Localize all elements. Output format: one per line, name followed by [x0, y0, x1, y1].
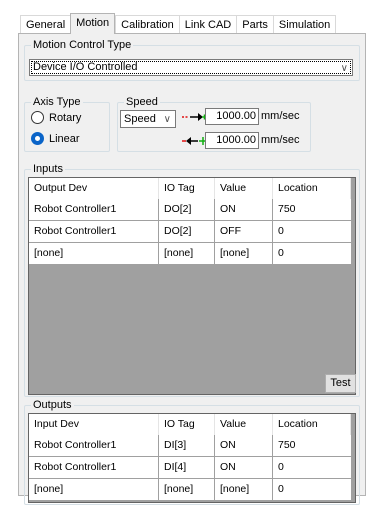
forward-speed-unit: mm/sec: [261, 110, 300, 122]
table-cell[interactable]: DO[2]: [159, 221, 215, 243]
forward-arrow-icon: [182, 113, 207, 121]
forward-speed-input[interactable]: 1000.00: [205, 108, 259, 125]
table-cell[interactable]: OFF: [215, 221, 273, 243]
test-button[interactable]: Test: [325, 374, 356, 393]
table-cell[interactable]: [none]: [215, 243, 273, 265]
axis-type-linear-label: Linear: [49, 132, 80, 145]
radio-checked-icon: [31, 132, 44, 145]
outputs-group-label: Outputs: [31, 398, 74, 412]
inputs-group-label: Inputs: [31, 162, 65, 176]
table-cell[interactable]: Robot Controller1: [29, 457, 159, 479]
table-cell[interactable]: 0: [273, 479, 351, 501]
tab-strip: General Motion Calibration Link CAD Part…: [20, 13, 337, 34]
table-row[interactable]: Robot Controller1 DI[4] ON 0: [29, 457, 351, 479]
table-header-row: Input Dev IO Tag Value Location: [29, 414, 351, 436]
column-header[interactable]: Input Dev: [29, 414, 159, 436]
chevron-down-icon: ∨: [340, 63, 348, 74]
table-row[interactable]: Robot Controller1 DO[2] OFF 0: [29, 221, 351, 243]
reverse-arrow-icon: [182, 137, 207, 145]
motion-control-type-label: Motion Control Type: [31, 38, 134, 52]
chevron-down-icon: ∨: [163, 114, 171, 125]
table-cell[interactable]: Robot Controller1: [29, 435, 159, 457]
column-header[interactable]: Value: [215, 178, 273, 200]
reverse-speed-input[interactable]: 1000.00: [205, 132, 259, 149]
axis-type-rotary-label: Rotary: [49, 111, 82, 124]
motion-control-type-select[interactable]: Device I/O Controlled ∨: [29, 59, 353, 76]
axis-type-rotary-radio[interactable]: Rotary: [31, 111, 81, 124]
tab-parts[interactable]: Parts: [236, 15, 273, 34]
table-cell[interactable]: 0: [273, 457, 351, 479]
column-header[interactable]: Location: [273, 414, 351, 436]
speed-group-label: Speed: [124, 95, 160, 109]
table-cell[interactable]: [none]: [159, 479, 215, 501]
table-header-row: Output Dev IO Tag Value Location: [29, 178, 351, 200]
inputs-table: Output Dev IO Tag Value Location Robot C…: [28, 177, 356, 395]
tab-calibration[interactable]: Calibration: [115, 15, 179, 34]
table-cell[interactable]: 750: [273, 199, 351, 221]
table-cell[interactable]: DO[2]: [159, 199, 215, 221]
table-row[interactable]: Robot Controller1 DI[3] ON 750: [29, 435, 351, 457]
table-cell[interactable]: [none]: [215, 479, 273, 501]
table-cell[interactable]: [none]: [29, 479, 159, 501]
reverse-speed-unit: mm/sec: [261, 134, 300, 146]
column-header[interactable]: IO Tag: [159, 414, 215, 436]
axis-type-label: Axis Type: [31, 95, 83, 109]
speed-mode-value: Speed: [124, 113, 156, 125]
table-row[interactable]: [none] [none] [none] 0: [29, 243, 351, 265]
table-cell[interactable]: Robot Controller1: [29, 199, 159, 221]
column-header[interactable]: IO Tag: [159, 178, 215, 200]
column-header[interactable]: Location: [273, 178, 351, 200]
table-cell[interactable]: DI[3]: [159, 435, 215, 457]
table-cell[interactable]: 0: [273, 221, 351, 243]
table-cell[interactable]: ON: [215, 457, 273, 479]
outputs-table: Input Dev IO Tag Value Location Robot Co…: [28, 413, 356, 503]
tab-simulation[interactable]: Simulation: [272, 15, 337, 34]
table-cell[interactable]: ON: [215, 435, 273, 457]
speed-mode-select[interactable]: Speed ∨: [120, 110, 176, 128]
table-cell[interactable]: Robot Controller1: [29, 221, 159, 243]
table-row[interactable]: Robot Controller1 DO[2] ON 750: [29, 199, 351, 221]
radio-unchecked-icon: [31, 111, 44, 124]
tab-link-cad[interactable]: Link CAD: [178, 15, 237, 34]
table-cell[interactable]: DI[4]: [159, 457, 215, 479]
table-row[interactable]: [none] [none] [none] 0: [29, 479, 351, 501]
tab-general[interactable]: General: [20, 15, 71, 34]
table-cell[interactable]: 750: [273, 435, 351, 457]
axis-type-linear-radio[interactable]: Linear: [31, 132, 80, 145]
table-cell[interactable]: 0: [273, 243, 351, 265]
table-cell[interactable]: [none]: [29, 243, 159, 265]
table-cell[interactable]: ON: [215, 199, 273, 221]
column-header[interactable]: Output Dev: [29, 178, 159, 200]
column-header[interactable]: Value: [215, 414, 273, 436]
tab-motion[interactable]: Motion: [70, 13, 116, 34]
motion-control-type-value: Device I/O Controlled: [33, 61, 138, 73]
table-cell[interactable]: [none]: [159, 243, 215, 265]
